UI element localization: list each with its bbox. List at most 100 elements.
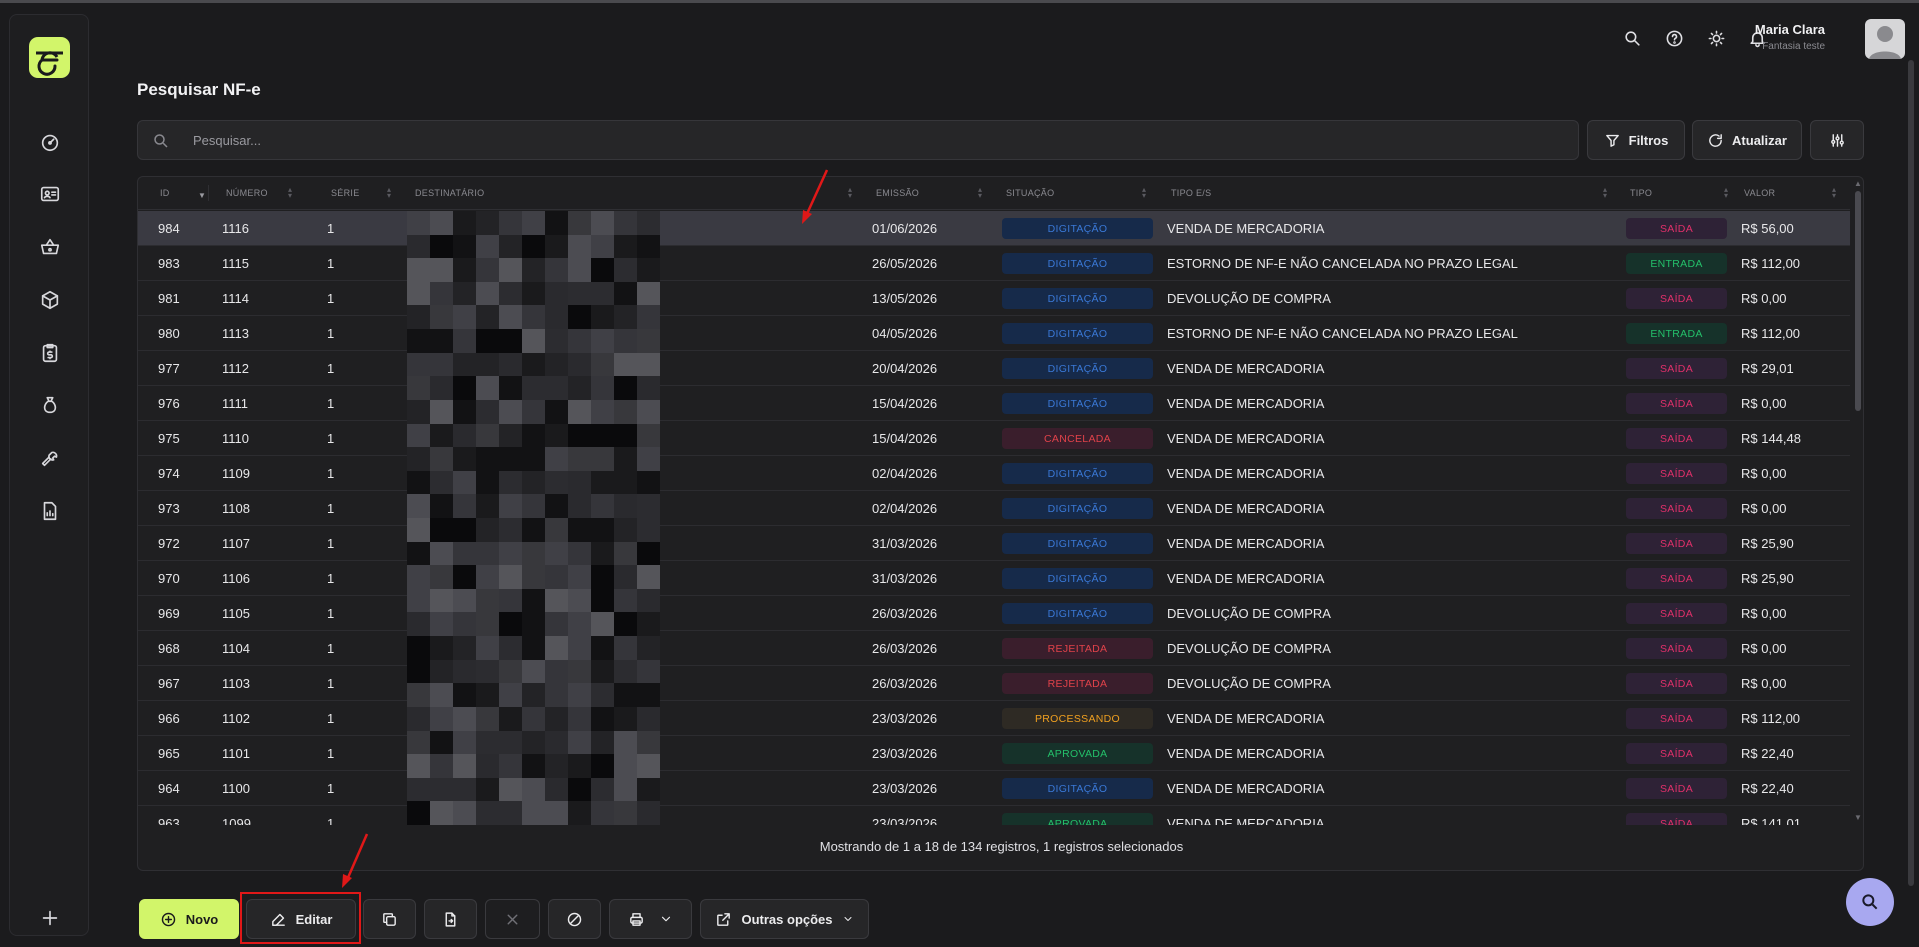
table-row[interactable]: 984 1116 1 01/06/2026 VENDA DE MERCADORIA R$ … bbox=[138, 211, 1850, 246]
add-icon[interactable] bbox=[37, 905, 63, 931]
search-icon[interactable] bbox=[1620, 26, 1644, 50]
table-row[interactable]: 967 1103 1 26/03/2026 DEVOLUÇÃO DE COMPRA R$ … bbox=[138, 666, 1850, 701]
sort-desc-icon[interactable]: ▼ bbox=[198, 192, 206, 200]
more-options-button[interactable]: Outras opções bbox=[700, 899, 869, 939]
dashboard-icon[interactable] bbox=[37, 129, 63, 155]
user-name[interactable]: Maria Clara bbox=[1755, 22, 1825, 37]
sliders-icon bbox=[1830, 133, 1844, 147]
column-header-situacao[interactable]: Situação bbox=[1006, 188, 1054, 198]
type-badge: SAÍDA bbox=[1626, 638, 1727, 659]
sort-icon[interactable]: ▴ ▾ bbox=[1603, 186, 1607, 200]
cell-id: 966 bbox=[158, 711, 180, 726]
cell-numero: 1099 bbox=[222, 816, 251, 825]
table-scrollbar[interactable]: ▲ ▼ bbox=[1852, 177, 1863, 827]
table-row[interactable]: 969 1105 1 26/03/2026 DEVOLUÇÃO DE COMPRA R$ … bbox=[138, 596, 1850, 631]
type-badge: ENTRADA bbox=[1626, 323, 1727, 344]
column-header-numero[interactable]: Número bbox=[226, 188, 268, 198]
sort-icon[interactable]: ▴ ▾ bbox=[1142, 186, 1146, 200]
sort-icon[interactable]: ▴ ▾ bbox=[848, 186, 852, 200]
cell-id: 973 bbox=[158, 501, 180, 516]
table-row[interactable]: 977 1112 1 20/04/2026 VENDA DE MERCADORIA R$ … bbox=[138, 351, 1850, 386]
clipboard-dollar-icon[interactable] bbox=[37, 340, 63, 366]
status-badge: CANCELADA bbox=[1002, 428, 1153, 449]
package-box-icon[interactable] bbox=[37, 287, 63, 313]
cell-id: 968 bbox=[158, 641, 180, 656]
table-scroll-thumb[interactable] bbox=[1855, 191, 1861, 411]
sort-icon[interactable]: ▴ ▾ bbox=[1832, 186, 1836, 200]
table-row[interactable]: 963 1099 1 23/03/2026 VENDA DE MERCADORIA R$ … bbox=[138, 806, 1850, 825]
table-row[interactable]: 964 1100 1 23/03/2026 VENDA DE MERCADORIA R$ … bbox=[138, 771, 1850, 806]
duplicate-button[interactable] bbox=[363, 899, 416, 939]
cell-emissao: 20/04/2026 bbox=[872, 361, 938, 376]
cell-valor: R$ 112,00 bbox=[1741, 256, 1801, 271]
column-settings-button[interactable] bbox=[1810, 120, 1864, 160]
cell-serie: 1 bbox=[327, 536, 335, 551]
column-header-destinatario[interactable]: Destinatário bbox=[415, 188, 484, 198]
table-row[interactable]: 973 1108 1 02/04/2026 VENDA DE MERCADORIA R$ … bbox=[138, 491, 1850, 526]
tools-wrench-icon[interactable] bbox=[37, 445, 63, 471]
column-header-tipo-es[interactable]: Tipo E/S bbox=[1171, 188, 1211, 198]
avatar[interactable] bbox=[1865, 19, 1905, 59]
cell-emissao: 26/03/2026 bbox=[872, 641, 938, 656]
sort-icon[interactable]: ▴ ▾ bbox=[1724, 186, 1728, 200]
page-scrollbar[interactable] bbox=[1908, 60, 1914, 886]
column-header-valor[interactable]: Valor bbox=[1744, 188, 1775, 198]
column-header-serie[interactable]: Série bbox=[331, 188, 360, 198]
theme-sun-icon[interactable] bbox=[1704, 26, 1728, 50]
column-header-tipo[interactable]: Tipo bbox=[1630, 188, 1652, 198]
table-row[interactable]: 968 1104 1 26/03/2026 DEVOLUÇÃO DE COMPRA R$ … bbox=[138, 631, 1850, 666]
cell-tipo-es: DEVOLUÇÃO DE COMPRA bbox=[1167, 676, 1331, 691]
type-badge: ENTRADA bbox=[1626, 253, 1727, 274]
column-header-id[interactable]: ID bbox=[160, 188, 170, 198]
status-badge: DIGITAÇÃO bbox=[1002, 323, 1153, 344]
table-row[interactable]: 981 1114 1 13/05/2026 DEVOLUÇÃO DE COMPRA R$ … bbox=[138, 281, 1850, 316]
column-divider[interactable] bbox=[208, 185, 209, 201]
table-row[interactable]: 966 1102 1 23/03/2026 VENDA DE MERCADORIA R$ … bbox=[138, 701, 1850, 736]
cell-serie: 1 bbox=[327, 221, 335, 236]
column-header-emissao[interactable]: Emissão bbox=[876, 188, 919, 198]
app-logo[interactable] bbox=[29, 37, 70, 78]
filters-button[interactable]: Filtros bbox=[1587, 120, 1685, 160]
help-icon[interactable] bbox=[1662, 26, 1686, 50]
new-button[interactable]: Novo bbox=[139, 899, 239, 939]
search-icon bbox=[154, 134, 168, 148]
void-button[interactable] bbox=[548, 899, 601, 939]
scroll-up-arrow-icon[interactable]: ▲ bbox=[1854, 179, 1862, 188]
export-file-button[interactable] bbox=[424, 899, 477, 939]
cell-serie: 1 bbox=[327, 501, 335, 516]
table-row[interactable]: 983 1115 1 26/05/2026 ESTORNO DE NF-E NÃO CA… bbox=[138, 246, 1850, 281]
contacts-card-icon[interactable] bbox=[37, 181, 63, 207]
cell-emissao: 31/03/2026 bbox=[872, 571, 938, 586]
search-bar bbox=[137, 120, 1579, 160]
scroll-down-arrow-icon[interactable]: ▼ bbox=[1854, 813, 1862, 822]
shopping-basket-icon[interactable] bbox=[37, 234, 63, 260]
table-row[interactable]: 975 1110 1 15/04/2026 VENDA DE MERCADORIA R$ … bbox=[138, 421, 1850, 456]
status-badge: APROVADA bbox=[1002, 813, 1153, 825]
report-document-icon[interactable] bbox=[37, 498, 63, 524]
cell-serie: 1 bbox=[327, 606, 335, 621]
cell-tipo-es: VENDA DE MERCADORIA bbox=[1167, 361, 1325, 376]
floating-search-button[interactable] bbox=[1846, 878, 1894, 926]
money-bag-icon[interactable] bbox=[37, 392, 63, 418]
type-badge: SAÍDA bbox=[1626, 288, 1727, 309]
table-row[interactable]: 980 1113 1 04/05/2026 ESTORNO DE NF-E NÃO CA… bbox=[138, 316, 1850, 351]
sort-icon[interactable]: ▴ ▾ bbox=[288, 186, 292, 200]
search-input[interactable] bbox=[193, 121, 1563, 159]
cell-id: 969 bbox=[158, 606, 180, 621]
table-row[interactable]: 974 1109 1 02/04/2026 VENDA DE MERCADORIA R$ … bbox=[138, 456, 1850, 491]
status-badge: DIGITAÇÃO bbox=[1002, 253, 1153, 274]
cancel-nfe-button[interactable] bbox=[485, 899, 540, 939]
sort-icon[interactable]: ▴ ▾ bbox=[387, 186, 391, 200]
table-row[interactable]: 970 1106 1 31/03/2026 VENDA DE MERCADORIA R$ … bbox=[138, 561, 1850, 596]
sort-icon[interactable]: ▴ ▾ bbox=[978, 186, 982, 200]
cell-emissao: 02/04/2026 bbox=[872, 501, 938, 516]
print-button[interactable] bbox=[609, 899, 692, 939]
cell-serie: 1 bbox=[327, 746, 335, 761]
table-row[interactable]: 965 1101 1 23/03/2026 VENDA DE MERCADORIA R$ … bbox=[138, 736, 1850, 771]
refresh-button[interactable]: Atualizar bbox=[1692, 120, 1802, 160]
table-row[interactable]: 972 1107 1 31/03/2026 VENDA DE MERCADORIA R$ … bbox=[138, 526, 1850, 561]
table-row[interactable]: 976 1111 1 15/04/2026 VENDA DE MERCADORIA R$ … bbox=[138, 386, 1850, 421]
cell-tipo-es: VENDA DE MERCADORIA bbox=[1167, 781, 1325, 796]
cell-numero: 1102 bbox=[222, 711, 250, 726]
cell-serie: 1 bbox=[327, 571, 335, 586]
